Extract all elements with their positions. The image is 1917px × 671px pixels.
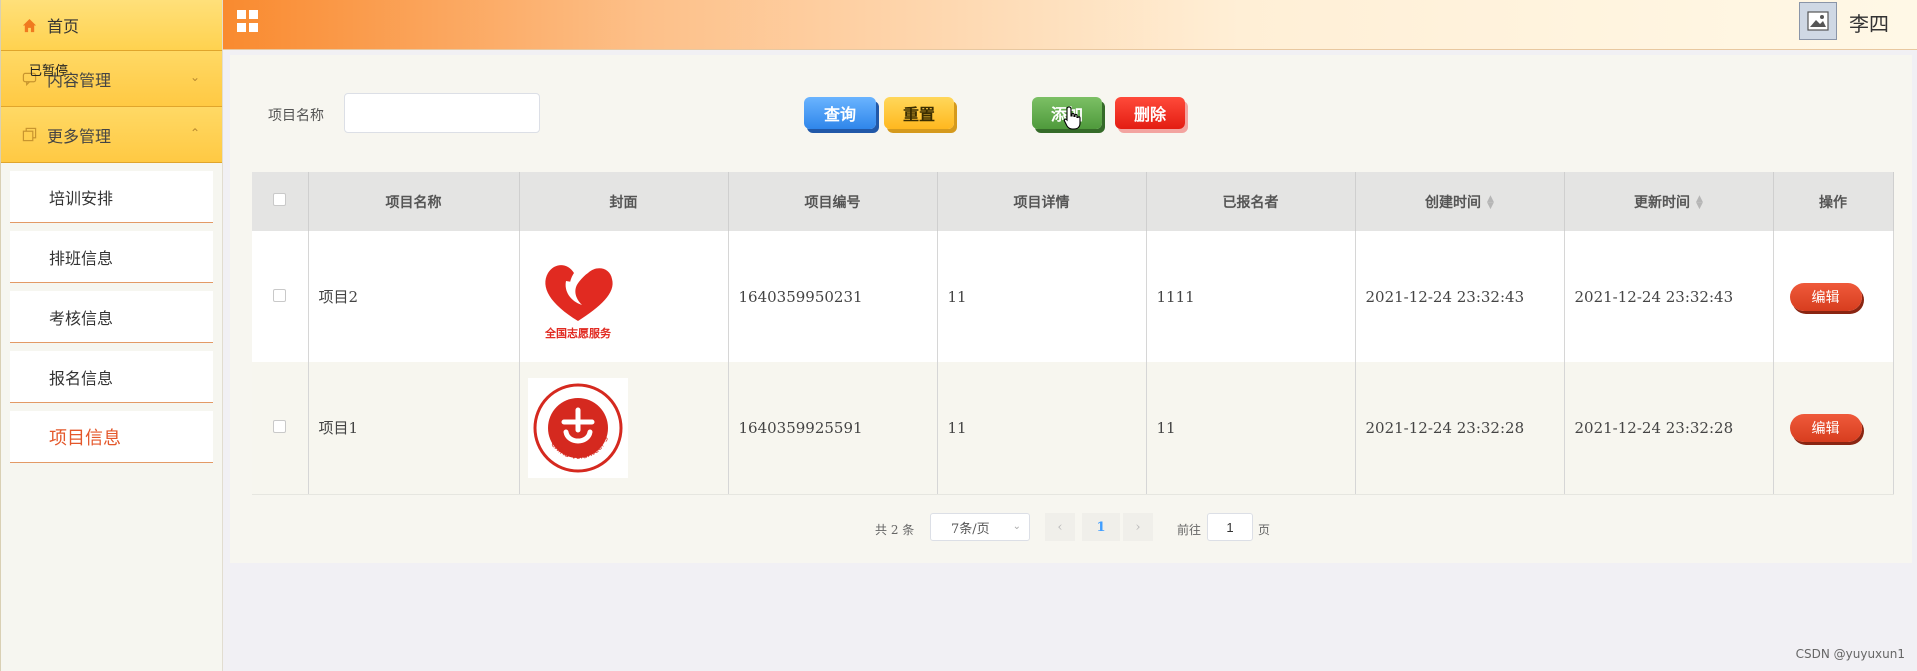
next-page-button[interactable]: › — [1123, 513, 1153, 541]
cell-project-detail: 11 — [937, 231, 1147, 362]
row-select-cell — [252, 231, 309, 362]
avatar[interactable] — [1799, 2, 1837, 40]
sidebar-group-more[interactable]: 更多管理 ⌃ — [1, 107, 222, 163]
image-icon — [1807, 11, 1829, 31]
table-header-row: 项目名称 封面 项目编号 项目详情 已报名者 创建时间 ▲ ▼ 更新时间 ▲ ▼ 操作 — [252, 172, 1894, 231]
row-checkbox[interactable] — [273, 419, 287, 433]
edit-button[interactable]: 编辑 — [1789, 282, 1862, 311]
header-registered: 已报名者 — [1146, 172, 1356, 231]
sidebar-item-registration[interactable]: 报名信息 — [10, 351, 213, 403]
page-number-current[interactable]: 1 — [1082, 513, 1120, 541]
goto-page-input[interactable] — [1207, 513, 1253, 541]
top-header: 李四 — [223, 0, 1917, 50]
select-all-cell — [252, 172, 309, 231]
header-project-detail: 项目详情 — [937, 172, 1147, 231]
sidebar-item-label: 项目信息 — [49, 427, 121, 449]
grid-menu-icon[interactable] — [237, 10, 259, 32]
page-unit-label: 页 — [1258, 523, 1271, 537]
sidebar-item-training[interactable]: 培训安排 — [10, 171, 213, 223]
page-size-select[interactable]: 7条/页 ⌄ — [930, 513, 1030, 541]
row-select-cell — [252, 362, 309, 495]
volunteer-heart-logo: 全国志愿服务 — [544, 264, 613, 340]
cell-cover: 全国志愿服务 — [519, 231, 729, 362]
cell-cover: China Volunteer Service — [519, 362, 729, 495]
sidebar-item-home[interactable]: 首页 — [1, 0, 222, 51]
chevron-up-icon: ⌃ — [189, 126, 200, 140]
prev-page-button[interactable]: ‹ — [1045, 513, 1075, 541]
reset-button[interactable]: 重置 — [884, 97, 954, 129]
header-project-code: 项目编号 — [728, 172, 938, 231]
sidebar-item-label: 报名信息 — [49, 368, 114, 388]
sidebar-item-schedule[interactable]: 排班信息 — [10, 231, 213, 283]
sort-icon[interactable]: ▲ ▼ — [1696, 194, 1703, 210]
cell-created: 2021-12-24 23:32:43 — [1355, 231, 1565, 362]
china-volunteer-seal-logo: China Volunteer Service — [527, 377, 628, 478]
header-project-name: 项目名称 — [308, 172, 520, 231]
main-panel: 项目名称 查询 重置 添加 删除 项目名称 封面 项目编号 项目详情 已报名者 … — [230, 55, 1912, 563]
chevron-left-icon: ‹ — [1057, 519, 1063, 535]
chevron-down-icon: ⌄ — [189, 70, 200, 84]
header-created[interactable]: 创建时间 ▲ ▼ — [1355, 172, 1565, 231]
home-icon — [21, 17, 37, 33]
row-checkbox[interactable] — [273, 288, 287, 302]
cover-text: 全国志愿服务 — [544, 326, 612, 340]
sidebar-item-projects[interactable]: 项目信息 — [10, 411, 213, 463]
sort-icon[interactable]: ▲ ▼ — [1487, 194, 1494, 210]
goto-label: 前往 — [1177, 523, 1202, 537]
cell-project-code: 1640359925591 — [728, 362, 938, 495]
query-button[interactable]: 查询 — [804, 97, 876, 129]
cell-project-name: 项目2 — [308, 231, 520, 362]
sidebar: 首页 内容管理 ⌄ 更多管理 ⌃ 已暂停 培训安排 排班信息 考核信息 报名信息… — [0, 0, 223, 671]
chevron-right-icon: › — [1135, 519, 1141, 535]
cell-project-detail: 11 — [937, 362, 1147, 495]
paused-overlay-label: 已暂停 — [29, 64, 69, 79]
edit-button[interactable]: 编辑 — [1789, 413, 1862, 442]
pagination-total: 共 2 条 — [875, 523, 915, 537]
header-cover: 封面 — [519, 172, 729, 231]
sidebar-item-label: 培训安排 — [49, 188, 114, 208]
cell-actions: 编辑 — [1773, 231, 1894, 362]
hand-cursor-icon — [1063, 106, 1081, 130]
pagination: 共 2 条 7条/页 ⌄ ‹ 1 › 前往 页 — [230, 513, 1912, 543]
sidebar-item-assessment[interactable]: 考核信息 — [10, 291, 213, 343]
copy-icon — [21, 127, 37, 143]
cell-project-code: 1640359950231 — [728, 231, 938, 362]
project-table: 项目名称 封面 项目编号 项目详情 已报名者 创建时间 ▲ ▼ 更新时间 ▲ ▼ 操作 … — [252, 172, 1894, 495]
table-row: 项目1 China Volunteer Service 164035992559… — [252, 362, 1894, 495]
delete-button[interactable]: 删除 — [1115, 97, 1185, 129]
cell-registered: 11 — [1146, 362, 1356, 495]
sidebar-submenu: 培训安排 排班信息 考核信息 报名信息 项目信息 — [1, 171, 222, 463]
header-actions: 操作 — [1773, 172, 1894, 231]
sidebar-item-label: 排班信息 — [49, 248, 114, 268]
cell-registered: 1111 — [1146, 231, 1356, 362]
cell-updated: 2021-12-24 23:32:43 — [1564, 231, 1774, 362]
username[interactable]: 李四 — [1849, 8, 1889, 37]
cell-project-name: 项目1 — [308, 362, 520, 495]
select-all-checkbox[interactable] — [273, 193, 287, 206]
sidebar-group-label: 更多管理 — [47, 126, 112, 146]
cell-actions: 编辑 — [1773, 362, 1894, 495]
project-name-input[interactable] — [344, 93, 540, 133]
sidebar-item-label: 考核信息 — [49, 308, 114, 328]
sidebar-item-label: 首页 — [47, 17, 80, 36]
watermark: CSDN @yuyuxun1 — [1795, 647, 1905, 661]
table-row: 项目2 全国志愿服务 1640359950231 11 1111 2021-12… — [252, 231, 1894, 362]
search-label: 项目名称 — [268, 108, 324, 124]
header-updated[interactable]: 更新时间 ▲ ▼ — [1564, 172, 1774, 231]
chevron-down-icon: ⌄ — [1012, 521, 1021, 532]
cell-updated: 2021-12-24 23:32:28 — [1564, 362, 1774, 495]
cell-created: 2021-12-24 23:32:28 — [1355, 362, 1565, 495]
